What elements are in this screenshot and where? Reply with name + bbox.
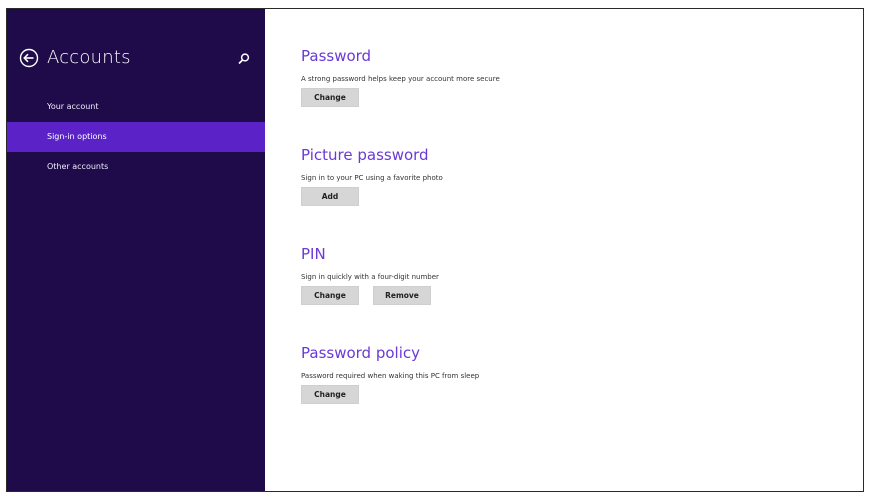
button-row: Change: [301, 385, 479, 404]
pin-remove-button[interactable]: Remove: [373, 286, 431, 305]
sidebar-item-label: Your account: [47, 102, 99, 111]
button-row: Add: [301, 187, 443, 206]
section-description: Sign in quickly with a four-digit number: [301, 273, 439, 281]
button-row: Change Remove: [301, 286, 439, 305]
back-arrow-icon[interactable]: [19, 48, 39, 68]
pin-change-button[interactable]: Change: [301, 286, 359, 305]
sidebar-item-sign-in-options[interactable]: Sign-in options: [7, 122, 265, 152]
section-picture-password: Picture password Sign in to your PC usin…: [301, 145, 443, 206]
settings-window: Accounts Your account Sign-in options Ot…: [6, 8, 864, 492]
section-title: Picture password: [301, 146, 429, 164]
sidebar-nav: Your account Sign-in options Other accou…: [7, 92, 265, 182]
section-title: PIN: [301, 245, 326, 263]
section-title: Password: [301, 47, 372, 65]
section-description: Sign in to your PC using a favorite phot…: [301, 174, 443, 182]
main-content: Password A strong password helps keep yo…: [265, 9, 863, 491]
section-title: Password policy: [301, 344, 420, 362]
sidebar: Accounts Your account Sign-in options Ot…: [7, 9, 265, 491]
sidebar-header: Accounts: [7, 45, 265, 75]
section-description: Password required when waking this PC fr…: [301, 372, 480, 380]
search-icon[interactable]: [237, 51, 251, 65]
section-pin: PIN Sign in quickly with a four-digit nu…: [301, 244, 439, 305]
picture-password-add-button[interactable]: Add: [301, 187, 359, 206]
password-change-button[interactable]: Change: [301, 88, 359, 107]
sidebar-item-label: Other accounts: [47, 162, 109, 171]
sidebar-title: Accounts: [47, 47, 131, 68]
section-description: A strong password helps keep your accoun…: [301, 75, 500, 83]
password-policy-change-button[interactable]: Change: [301, 385, 359, 404]
sidebar-item-other-accounts[interactable]: Other accounts: [7, 152, 265, 182]
button-row: Change: [301, 88, 500, 107]
sidebar-item-your-account[interactable]: Your account: [7, 92, 265, 122]
section-password-policy: Password policy Password required when w…: [301, 343, 479, 404]
section-password: Password A strong password helps keep yo…: [301, 46, 500, 107]
sidebar-item-label: Sign-in options: [47, 132, 107, 141]
